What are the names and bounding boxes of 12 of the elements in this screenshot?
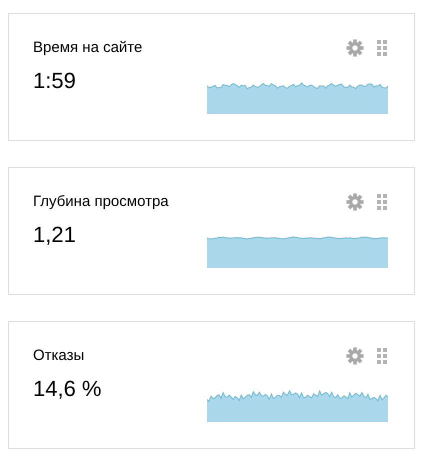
widget-title: Время на сайте [33, 39, 142, 56]
metric-value: 1,21 [33, 222, 77, 248]
widget-title: Отказы [33, 347, 86, 364]
settings-icon[interactable] [346, 347, 364, 365]
drag-handle-icon[interactable] [377, 40, 387, 56]
metric-value: 1:59 [33, 68, 77, 94]
widget-title: Глубина просмотра [33, 193, 169, 210]
metric-value: 14,6 % [33, 376, 102, 402]
drag-handle-icon[interactable] [377, 194, 387, 210]
drag-handle-icon[interactable] [377, 348, 387, 364]
settings-icon[interactable] [346, 39, 364, 57]
settings-icon[interactable] [346, 193, 364, 211]
